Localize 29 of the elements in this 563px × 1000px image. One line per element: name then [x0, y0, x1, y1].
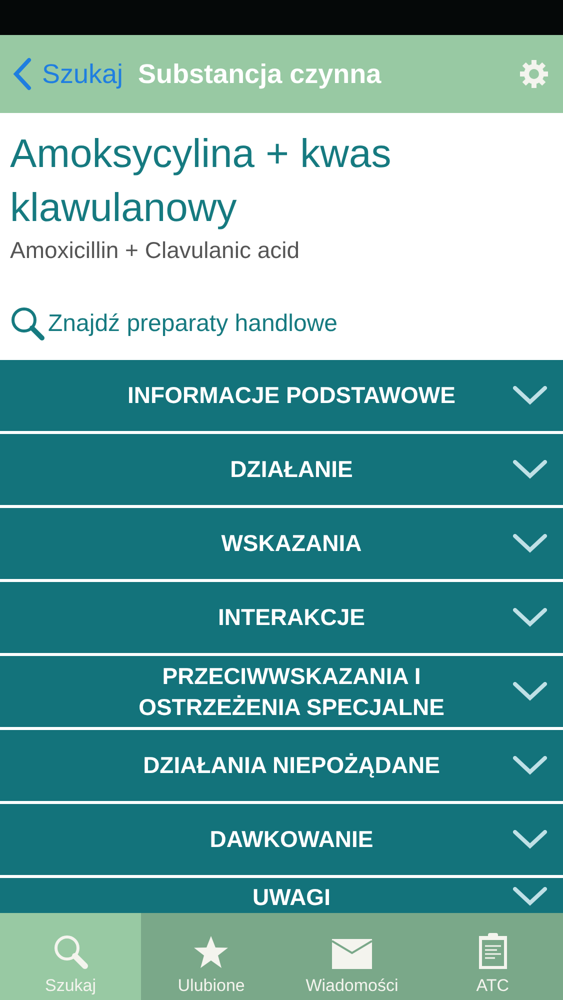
back-label: Szukaj [42, 58, 124, 90]
chevron-down-icon [513, 756, 547, 776]
chevron-down-icon [513, 534, 547, 554]
find-products-link[interactable]: Znajdź preparaty handlowe [10, 306, 338, 342]
clipboard-icon [476, 932, 509, 970]
section-header[interactable]: WSKAZANIA [0, 508, 563, 579]
section-header[interactable]: INTERAKCJE [0, 582, 563, 653]
chevron-down-icon [513, 386, 547, 406]
latin-name: Amoxicillin + Clavulanic acid [10, 237, 301, 264]
settings-button[interactable] [519, 59, 549, 89]
section-header[interactable]: INFORMACJE PODSTAWOWE [0, 360, 563, 431]
section-header[interactable]: DZIAŁANIA NIEPOŻĄDANE [0, 730, 563, 801]
chevron-down-icon [513, 608, 547, 628]
screen-title: Substancja czynna [138, 58, 382, 90]
section-header[interactable]: PRZECIWWSKAZANIA I OSTRZEŻENIA SPECJALNE [0, 656, 563, 727]
envelope-icon [330, 938, 373, 970]
settings-icon [519, 59, 549, 89]
chevron-down-icon [513, 460, 547, 480]
section-header[interactable]: DZIAŁANIE [0, 434, 563, 505]
search-icon [10, 306, 46, 342]
star-icon [193, 934, 230, 970]
substance-name: Amoksycylina + kwas klawulanowy [10, 131, 392, 232]
chevron-down-icon [513, 830, 547, 850]
chevron-down-icon [513, 682, 547, 702]
section-header[interactable]: DAWKOWANIE [0, 804, 563, 875]
search-icon [52, 934, 88, 970]
chevron-down-icon [513, 887, 547, 907]
back-chevron-icon [12, 57, 32, 91]
section-header[interactable]: UWAGI [0, 878, 563, 913]
